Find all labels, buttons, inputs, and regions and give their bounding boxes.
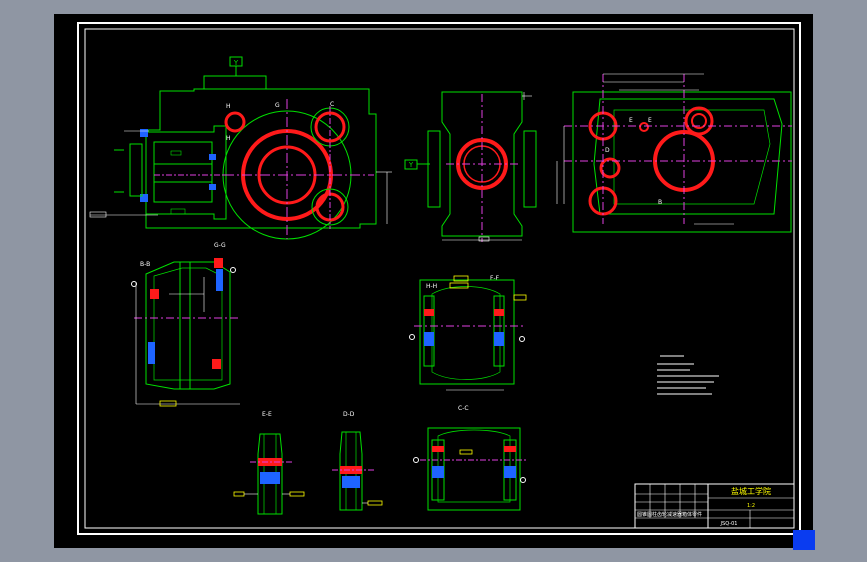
main-mark-c: C (330, 101, 334, 108)
label-section-cc: C-C (458, 405, 469, 412)
top-mark-d: D (605, 147, 610, 154)
technical-notes (657, 355, 719, 395)
label-section-hh: H-H (426, 283, 437, 290)
label-section-ff: F-F (490, 275, 500, 282)
viewcube-corner[interactable] (793, 530, 815, 550)
side-y-label: Y (408, 161, 414, 169)
drawing-number: JSQ-01 (720, 521, 738, 527)
cad-drawing: Y H G C H Y E E D B B-B G-G H-H F-F E-E … (77, 22, 801, 535)
top-view[interactable]: E E D B (556, 73, 792, 233)
top-mark-e1: E (629, 117, 633, 124)
school-name: 盐城工学院 (731, 486, 771, 496)
main-mark-g: G (275, 102, 280, 109)
main-mark-h1: H (226, 103, 231, 110)
outer-frame (77, 22, 801, 535)
drawing-viewport[interactable]: Y H G C H Y E E D B B-B G-G H-H F-F E-E … (54, 14, 815, 550)
label-section-dd: D-D (343, 411, 355, 418)
section-cc[interactable]: C-C (413, 405, 529, 511)
label-section-gg: G-G (214, 242, 226, 249)
scale-label: 1:2 (747, 503, 755, 509)
main-mark-h2: H (226, 135, 231, 142)
label-section-ee: E-E (262, 411, 272, 418)
main-view[interactable]: Y H G C H (89, 56, 392, 240)
top-mark-e2: E (648, 117, 652, 124)
main-y-label: Y (233, 59, 239, 67)
drawing-name: 圆锥圆柱齿轮减速器箱体零件 (637, 511, 702, 518)
label-section-bb: B-B (140, 261, 150, 268)
top-mark-b: B (658, 199, 662, 206)
section-hh-ff[interactable]: H-H F-F (409, 275, 527, 391)
section-dd[interactable]: D-D (332, 411, 383, 511)
section-bb-gg[interactable]: B-B G-G (131, 242, 241, 407)
inner-frame (84, 28, 795, 529)
side-view[interactable]: Y (404, 91, 537, 242)
section-ee[interactable]: E-E (233, 411, 305, 515)
title-block[interactable]: 盐城工学院 1:2 圆锥圆柱齿轮减速器箱体零件 JSQ-01 (634, 483, 795, 529)
